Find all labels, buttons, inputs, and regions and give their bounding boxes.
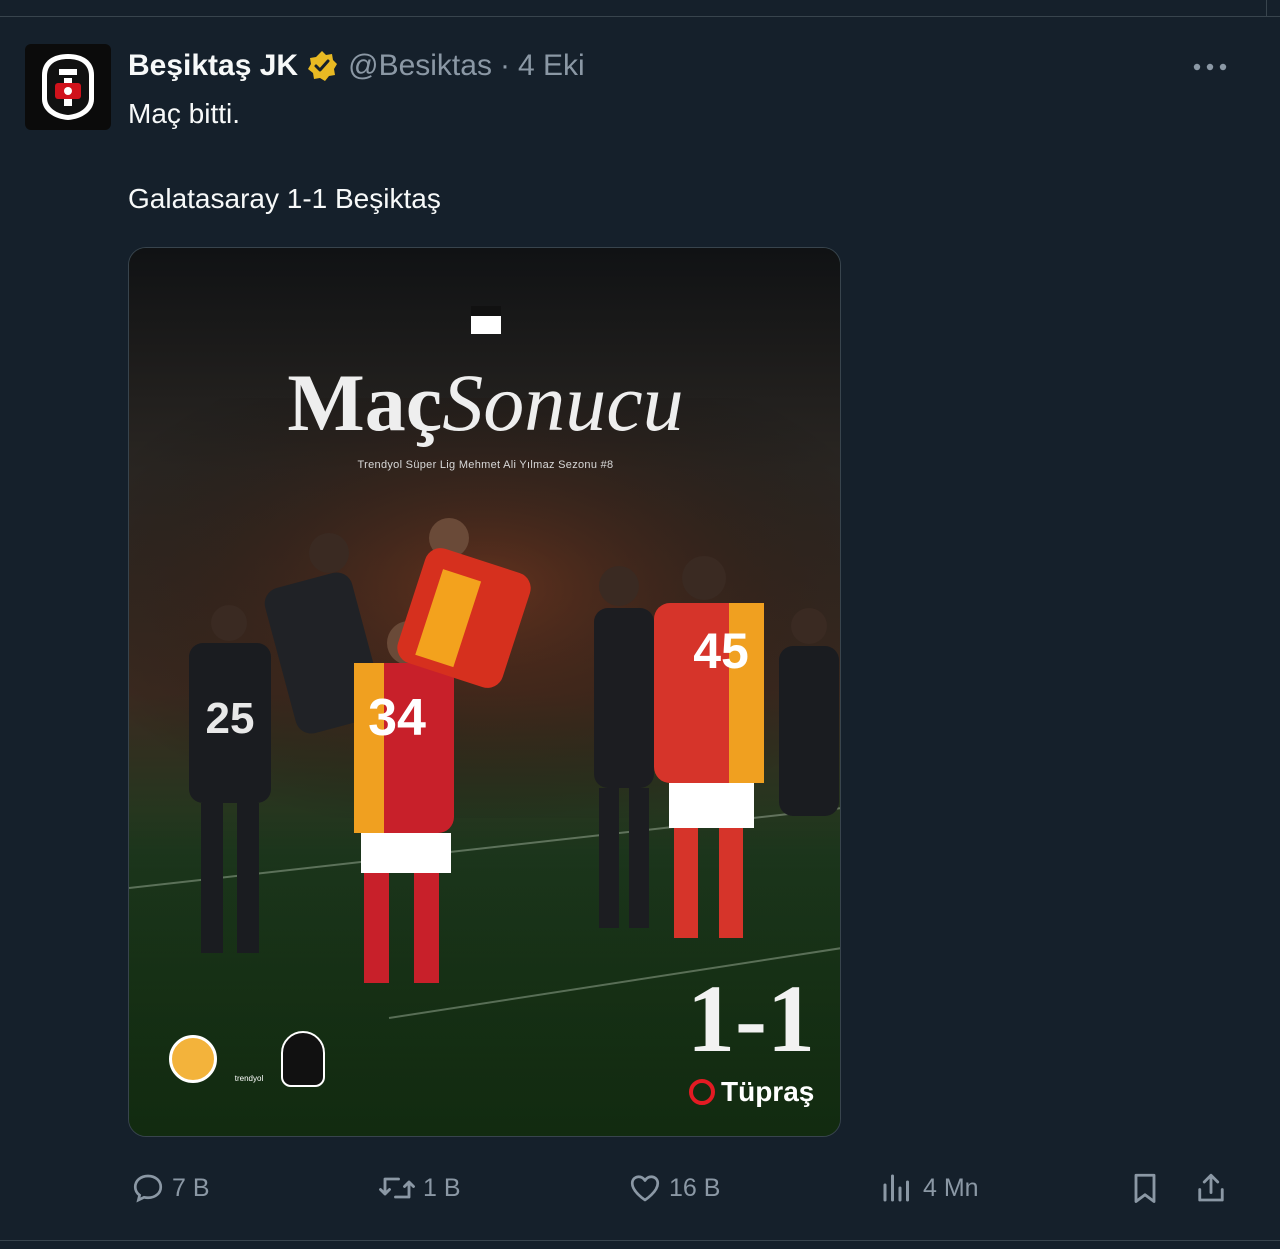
views-button[interactable]: 4 Mn — [877, 1166, 979, 1210]
tweet-header: Beşiktaş JK @Besiktas · 4 Eki — [128, 46, 585, 86]
reply-icon — [133, 1174, 163, 1203]
club-logos: trendyol — [169, 1031, 325, 1087]
tweet-actions: 7 B 1 B 16 B 4 Mn — [0, 1166, 1280, 1210]
reply-button[interactable]: 7 B — [130, 1166, 210, 1210]
bottom-divider — [0, 1240, 1280, 1241]
top-divider — [0, 0, 1280, 17]
media-title: MaçSonucu — [129, 356, 840, 450]
besiktas-logo-icon — [281, 1031, 325, 1087]
retweet-count: 1 B — [423, 1173, 461, 1202]
bookmark-icon — [1134, 1173, 1156, 1203]
svg-text:25: 25 — [206, 694, 255, 743]
league-logo-icon: trendyol — [229, 1035, 269, 1083]
media-score: 1-1 — [687, 965, 815, 1072]
svg-text:34: 34 — [368, 689, 426, 747]
right-divider — [1266, 0, 1267, 16]
verified-badge-icon[interactable] — [306, 50, 338, 82]
bookmark-button[interactable] — [1127, 1166, 1169, 1210]
tweet-date[interactable]: 4 Eki — [518, 49, 585, 83]
like-button[interactable]: 16 B — [627, 1166, 720, 1210]
retweet-icon — [379, 1177, 415, 1199]
media-subtitle: Trendyol Süper Lig Mehmet Ali Yılmaz Sez… — [357, 459, 614, 471]
media-title-bold: Maç — [287, 357, 443, 448]
share-icon — [1198, 1173, 1224, 1202]
reply-count: 7 B — [172, 1173, 210, 1202]
league-logo-text: trendyol — [234, 1074, 264, 1083]
galatasaray-logo-icon — [169, 1035, 217, 1083]
svg-text:45: 45 — [693, 623, 749, 679]
more-icon[interactable] — [1190, 52, 1230, 82]
display-name[interactable]: Beşiktaş JK — [128, 49, 298, 83]
views-icon — [883, 1174, 909, 1202]
like-count: 16 B — [669, 1173, 721, 1202]
like-icon — [630, 1175, 660, 1202]
retweet-button[interactable]: 1 B — [377, 1166, 461, 1210]
media-title-italic: Sonucu — [442, 357, 684, 448]
sponsor-text: Tüpraş — [721, 1076, 815, 1107]
views-count: 4 Mn — [923, 1173, 979, 1202]
besiktas-crest-icon — [42, 54, 94, 120]
share-button[interactable] — [1193, 1166, 1235, 1210]
avatar[interactable] — [25, 44, 111, 130]
handle[interactable]: @Besiktas — [348, 49, 492, 83]
tupras-mark-icon — [689, 1079, 715, 1105]
separator-dot: · — [499, 49, 510, 82]
tweet-text-line-1: Maç bitti. — [128, 98, 241, 129]
sponsor-logo: Tüpraş — [689, 1076, 814, 1108]
tweet-text-line-2: Galatasaray 1-1 Beşiktaş — [128, 183, 441, 214]
tweet-media-image[interactable]: 25 34 45 MaçSonucu Trendyol Süper Lig Me… — [128, 247, 841, 1137]
